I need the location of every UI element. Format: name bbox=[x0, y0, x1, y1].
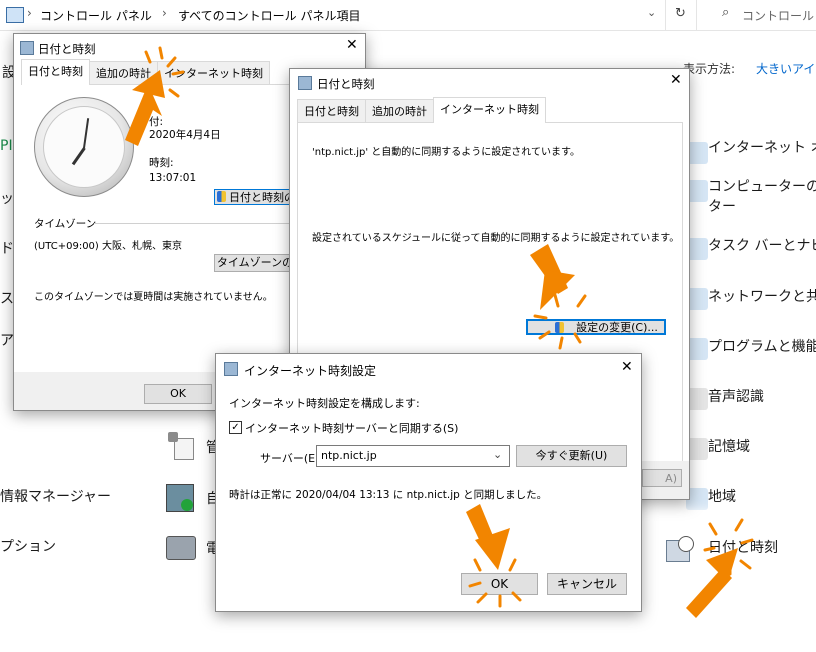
arrow-icon bbox=[530, 244, 575, 310]
arrow-icon bbox=[686, 548, 738, 618]
spark-icon bbox=[468, 558, 522, 608]
annotation-overlay bbox=[125, 46, 754, 618]
arrow-icon bbox=[125, 70, 165, 146]
arrow-icon bbox=[466, 504, 510, 570]
